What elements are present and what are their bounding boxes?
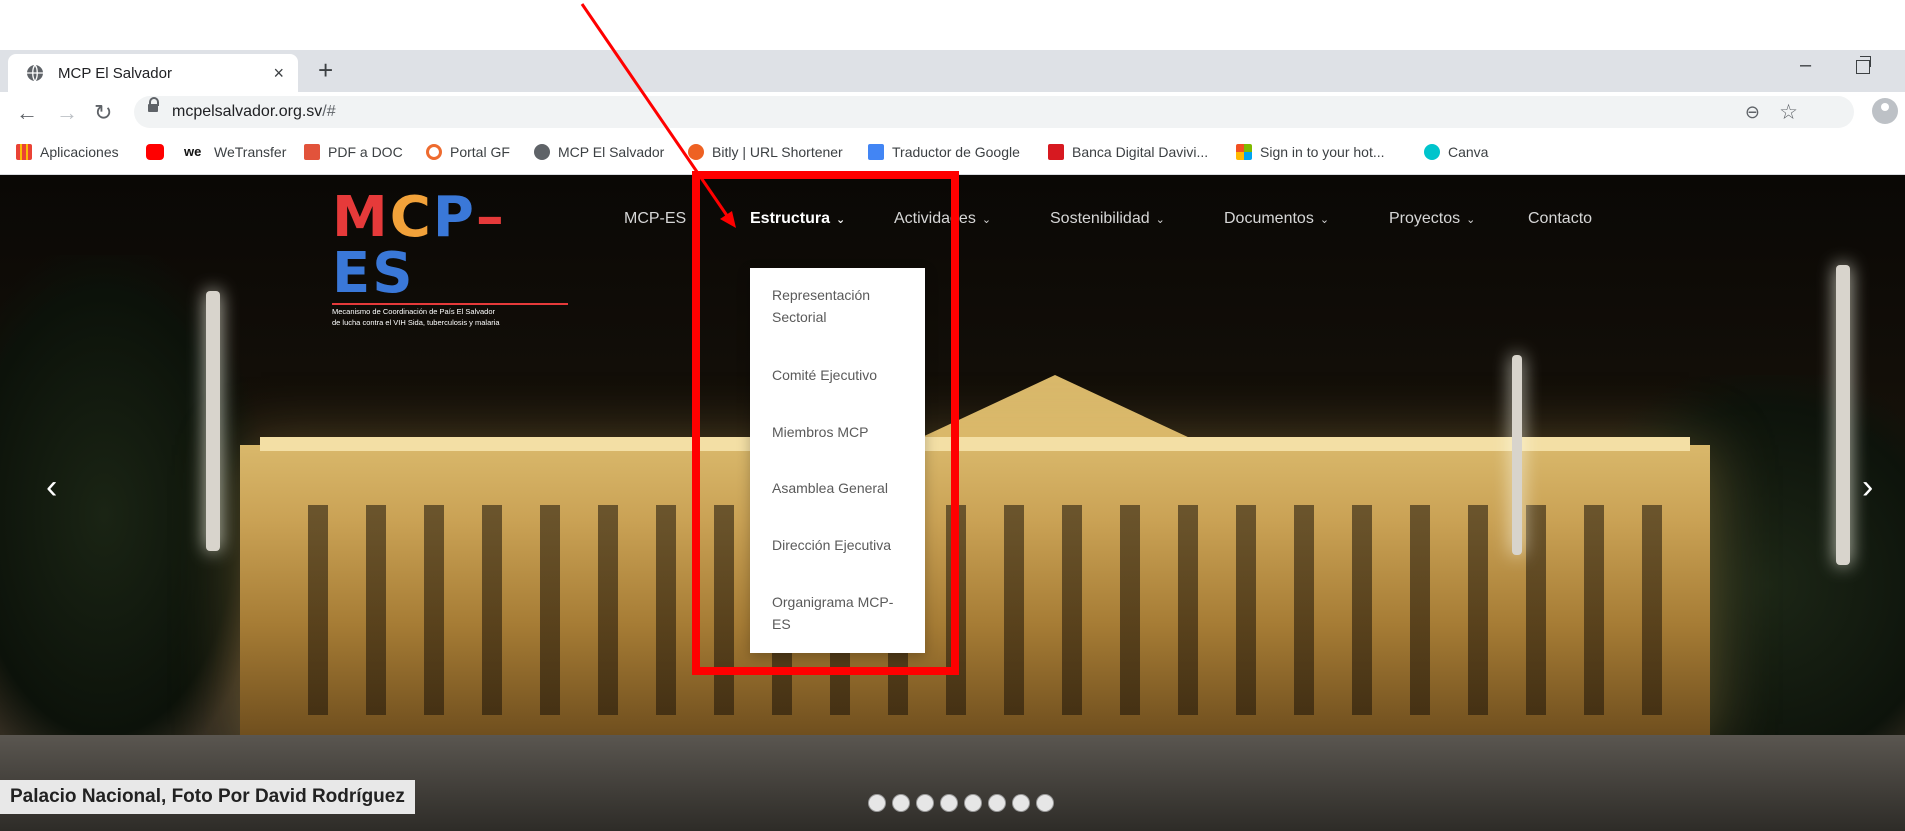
youtube-icon (146, 144, 164, 160)
slider-pagination (868, 794, 1054, 812)
logo-wordmark: MCP–ES (332, 185, 506, 306)
tab-title: MCP El Salvador (58, 64, 172, 82)
slider-dot[interactable] (988, 794, 1006, 812)
address-bar[interactable]: mcpelsalvador.org.sv/# ⊖ ☆ (134, 96, 1854, 128)
slider-dot[interactable] (916, 794, 934, 812)
zoom-icon[interactable]: ⊖ (1745, 102, 1760, 123)
bookmark-star-icon[interactable]: ☆ (1779, 100, 1798, 125)
street-lamp (1512, 355, 1522, 555)
logo-subtitle-2: de lucha contra el VIH Sida, tuberculosi… (332, 318, 500, 327)
slider-dot[interactable] (940, 794, 958, 812)
bookmark-davivienda[interactable]: Banca Digital Davivi... (1048, 144, 1208, 160)
slider-dot[interactable] (1036, 794, 1054, 812)
globe-icon (27, 64, 43, 82)
tab-strip: MCP El Salvador × + – (0, 50, 1905, 92)
globe-icon (534, 144, 550, 160)
bookmark-pdf-a-doc[interactable]: PDF a DOC (304, 144, 403, 160)
back-arrow-icon[interactable]: ← (16, 100, 38, 126)
street-lamp (206, 291, 220, 551)
minimize-button[interactable]: – (1800, 54, 1811, 77)
nav-contacto[interactable]: Contacto (1528, 210, 1592, 228)
nav-proyectos[interactable]: Proyectos ⌄ (1389, 210, 1475, 228)
bookmarks-bar: Aplicaciones we WeTransfer PDF a DOC Por… (0, 132, 1905, 175)
davivienda-icon (1048, 144, 1064, 160)
browser-tab[interactable]: MCP El Salvador × (8, 54, 298, 92)
wetransfer-icon: we (184, 144, 202, 159)
slider-dot[interactable] (1012, 794, 1030, 812)
slide-caption: Palacio Nacional, Foto Por David Rodrígu… (0, 780, 415, 814)
canva-icon (1424, 144, 1440, 160)
profile-avatar-icon[interactable] (1872, 98, 1898, 124)
portal-gf-icon (426, 144, 442, 160)
restore-window-button[interactable] (1856, 56, 1871, 74)
bookmark-hotmail[interactable]: Sign in to your hot... (1236, 144, 1385, 160)
url-text: mcpelsalvador.org.sv/# (172, 103, 336, 120)
apps-grid-icon (16, 144, 32, 160)
microsoft-icon (1236, 144, 1252, 160)
chevron-down-icon: ⌄ (1155, 214, 1165, 226)
lock-icon (148, 97, 159, 112)
palace-windows (270, 505, 1680, 715)
logo-subtitle-1: Mecanismo de Coordinación de País El Sal… (332, 307, 496, 316)
new-tab-button[interactable]: + (318, 52, 333, 88)
bookmark-apps[interactable]: Aplicaciones (16, 144, 119, 160)
bitly-icon (688, 144, 704, 160)
page-top-margin (0, 0, 1905, 50)
slider-dot[interactable] (868, 794, 886, 812)
chevron-down-icon: ⌄ (1466, 214, 1476, 226)
pdf-icon (304, 144, 320, 160)
nav-sostenibilidad[interactable]: Sostenibilidad ⌄ (1050, 210, 1165, 228)
bookmark-mcp[interactable]: MCP El Salvador (534, 144, 664, 160)
palace-roofline (260, 437, 1690, 451)
annotation-highlight-box (692, 171, 959, 675)
site-logo[interactable]: MCP–ES Mecanismo de Coordinación de País… (332, 190, 570, 327)
slider-next-arrow-icon[interactable]: › (1862, 468, 1873, 507)
bookmark-wetransfer[interactable]: we WeTransfer (184, 144, 286, 160)
google-translate-icon (868, 144, 884, 160)
chevron-down-icon: ⌄ (1319, 214, 1330, 226)
street-lamp (1836, 265, 1850, 565)
forward-arrow-icon[interactable]: → (56, 100, 78, 126)
bookmark-bitly[interactable]: Bitly | URL Shortener (688, 144, 843, 160)
reload-icon[interactable]: ↻ (94, 100, 112, 126)
slider-dot[interactable] (964, 794, 982, 812)
nav-documentos[interactable]: Documentos ⌄ (1224, 210, 1329, 228)
bookmark-youtube[interactable] (146, 144, 172, 160)
bookmark-translate[interactable]: Traductor de Google (868, 144, 1020, 160)
slider-prev-arrow-icon[interactable]: ‹ (46, 468, 57, 507)
tab-close-icon[interactable]: × (273, 63, 284, 84)
browser-toolbar: ← → ↻ mcpelsalvador.org.sv/# ⊖ ☆ (0, 92, 1905, 132)
bookmark-canva[interactable]: Canva (1424, 144, 1488, 160)
slider-dot[interactable] (892, 794, 910, 812)
trees-left (0, 255, 260, 775)
bookmark-portal-gf[interactable]: Portal GF (426, 144, 510, 160)
nav-mcp-es[interactable]: MCP-ES ⌄ (624, 210, 701, 228)
chevron-down-icon: ⌄ (981, 214, 992, 226)
